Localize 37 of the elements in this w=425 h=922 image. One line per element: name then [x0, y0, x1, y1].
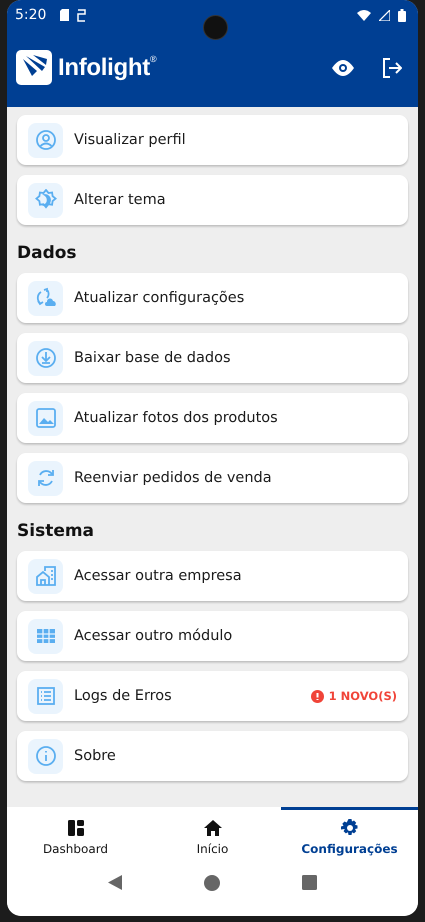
section-heading: Sistema: [17, 521, 96, 541]
nav-tab[interactable]: Dashboard: [7, 807, 144, 875]
home-icon[interactable]: [204, 875, 220, 891]
brand-name: Infolight$^{®}$: [58, 54, 156, 82]
nav-tab[interactable]: Início: [144, 807, 281, 875]
refresh-icon: [28, 460, 63, 496]
settings-item[interactable]: Atualizar fotos dos produtos: [17, 393, 408, 443]
info-icon: [28, 738, 63, 774]
battery-icon: [398, 8, 406, 22]
settings-item[interactable]: Logs de Erros 1 NOVO(S): [17, 671, 408, 721]
grid-icon: [28, 618, 63, 654]
sun-moon-icon: [28, 182, 63, 218]
status-time: 5:20: [15, 7, 46, 23]
new-count-badge: 1 NOVO(S): [310, 689, 397, 703]
wifi-icon: [357, 10, 371, 20]
list-icon: [28, 678, 63, 714]
cloud-sync-icon: [28, 280, 63, 316]
settings-icon: [340, 818, 360, 838]
home-icon: [202, 818, 222, 838]
settings-item[interactable]: Visualizar perfil: [17, 115, 408, 165]
sd-card-icon: [60, 9, 70, 21]
settings-item[interactable]: Sobre: [17, 731, 408, 781]
image-icon: [28, 400, 63, 436]
camera-hole: [203, 15, 228, 40]
download-icon: [28, 340, 63, 376]
settings-item[interactable]: Reenviar pedidos de venda: [17, 453, 408, 503]
settings-item[interactable]: Alterar tema: [17, 175, 408, 225]
section-heading: Dados: [17, 243, 78, 263]
dashboard-icon: [66, 818, 86, 838]
signal-icon: [379, 10, 390, 20]
settings-item[interactable]: Acessar outro módulo: [17, 611, 408, 661]
settings-item[interactable]: Baixar base de dados: [17, 333, 408, 383]
settings-item[interactable]: Acessar outra empresa: [17, 551, 408, 601]
building-icon: [28, 558, 63, 594]
back-icon[interactable]: [108, 875, 122, 890]
settings-item[interactable]: Atualizar configurações: [17, 273, 408, 323]
logo-icon: [16, 50, 52, 85]
